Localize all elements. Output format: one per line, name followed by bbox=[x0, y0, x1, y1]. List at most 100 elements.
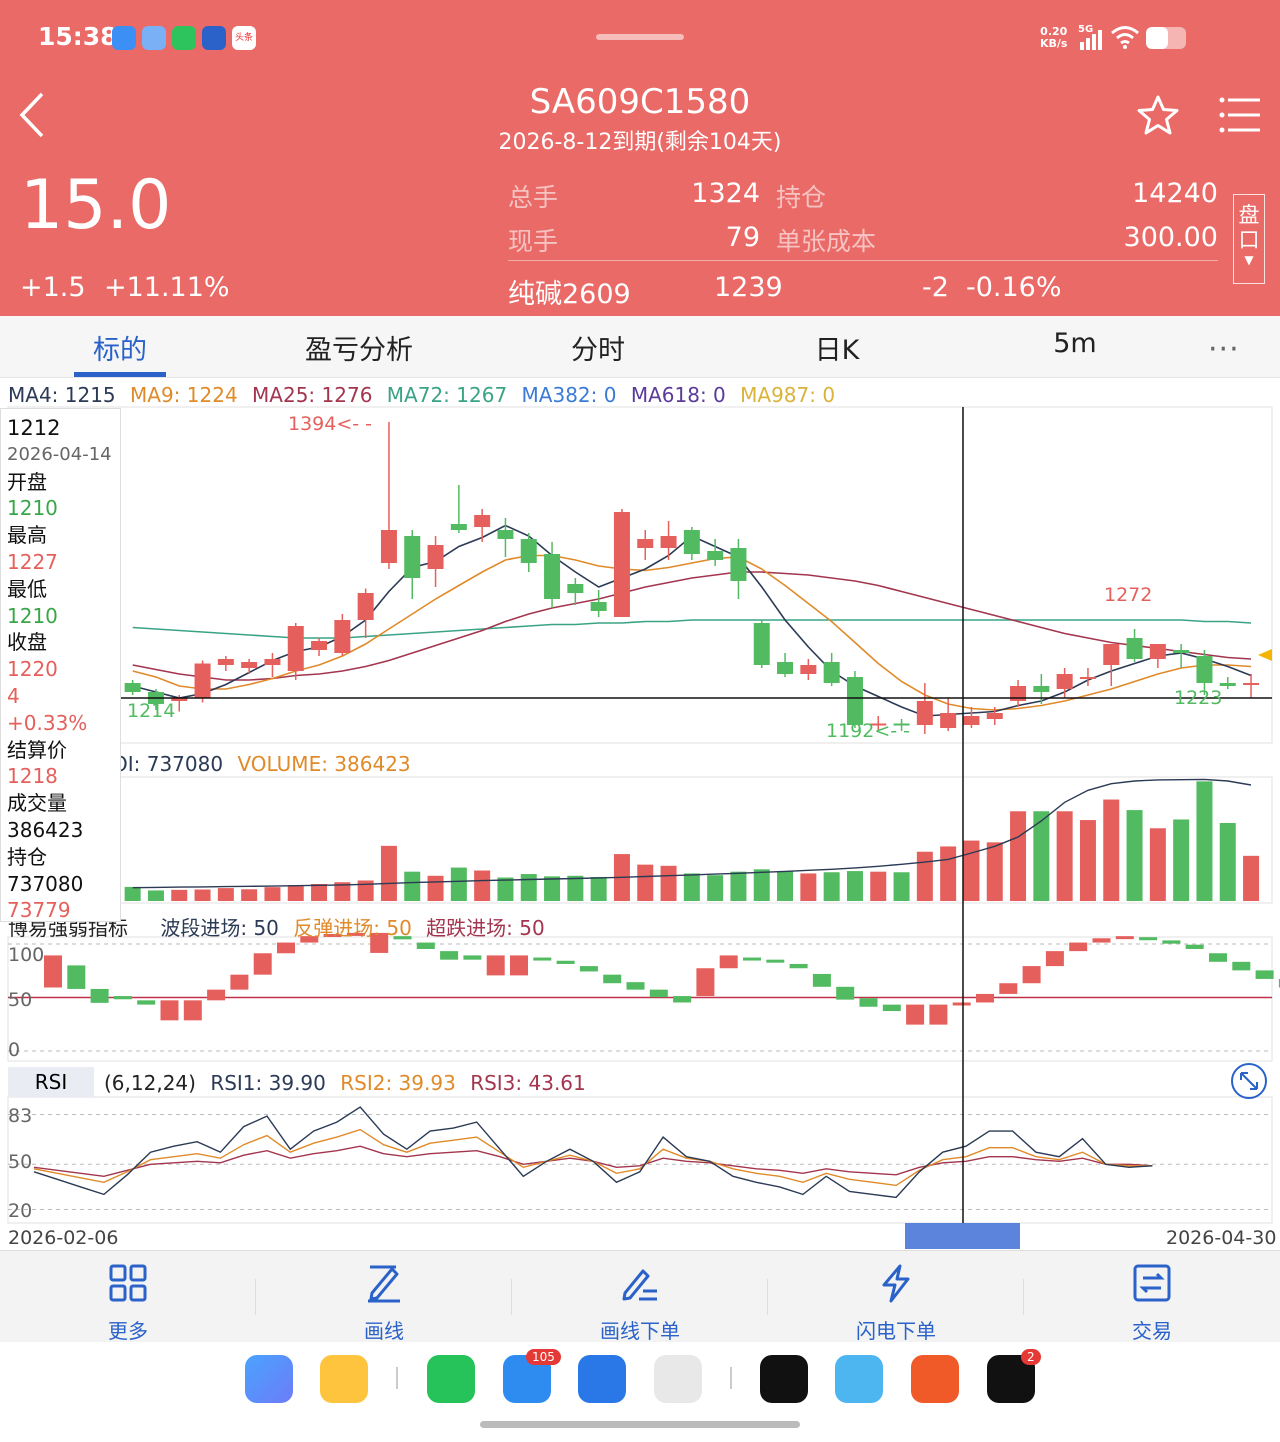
tab-intraday[interactable]: 分时 bbox=[571, 328, 625, 367]
indicator-bar bbox=[1139, 937, 1158, 941]
candle bbox=[567, 578, 584, 605]
ma618-value: MA618: 0 bbox=[630, 383, 726, 407]
price-label-1214: 1214 bbox=[127, 700, 176, 722]
candle-body bbox=[194, 663, 211, 698]
volume-bar bbox=[730, 871, 747, 901]
more-button[interactable]: 更多 bbox=[58, 1251, 198, 1343]
draw-line-button[interactable]: 画线 bbox=[314, 1251, 454, 1343]
x-axis-start-date: 2026-02-06 bbox=[8, 1227, 119, 1249]
panel-frame bbox=[7, 1096, 1273, 1224]
candle-body bbox=[474, 515, 491, 527]
candle bbox=[427, 536, 444, 587]
draw-line-icon bbox=[368, 1265, 400, 1303]
volume-bar bbox=[147, 890, 164, 901]
chart-area[interactable]: MA4: 1215 MA9: 1224 MA25: 1276 MA72: 126… bbox=[0, 379, 1280, 1249]
last-price-marker bbox=[1258, 649, 1272, 661]
phone-icon[interactable] bbox=[427, 1355, 475, 1403]
ohlc-high: 1227 bbox=[7, 549, 58, 574]
volume-value: VOLUME: 386423 bbox=[237, 752, 411, 776]
wifi-icon bbox=[1111, 26, 1139, 49]
candle bbox=[590, 590, 607, 617]
ohlc-volume-label: 成交量 bbox=[7, 791, 67, 816]
ohlc-oi-label: 持仓 bbox=[7, 844, 47, 869]
volume-bar bbox=[497, 877, 514, 901]
toolbar-separator bbox=[255, 1279, 256, 1315]
tab-pnl-analysis[interactable]: 盈亏分析 bbox=[305, 328, 413, 367]
candle-body bbox=[311, 641, 328, 650]
open-interest-value: 14240 bbox=[1132, 178, 1218, 209]
browser-icon[interactable] bbox=[578, 1355, 626, 1403]
candle bbox=[730, 539, 747, 599]
candle-body bbox=[637, 539, 654, 548]
volume-bar bbox=[1173, 819, 1190, 901]
tab-5m[interactable]: 5m bbox=[1053, 328, 1096, 359]
candle-body bbox=[124, 683, 141, 692]
indicator-bar bbox=[789, 963, 808, 969]
candle bbox=[613, 509, 630, 617]
app-launcher-icon[interactable] bbox=[245, 1355, 293, 1403]
high-label: 1394<- - bbox=[288, 413, 373, 435]
menu-icon[interactable] bbox=[1218, 96, 1262, 134]
indicator-bar bbox=[1092, 938, 1111, 943]
volume-bar bbox=[241, 889, 258, 901]
volume-bar bbox=[846, 871, 863, 901]
candle-body bbox=[916, 701, 933, 725]
toolbar-separator bbox=[767, 1279, 768, 1315]
western-app-icon[interactable] bbox=[760, 1355, 808, 1403]
indicator-bar bbox=[44, 955, 62, 988]
news-app-icon[interactable] bbox=[911, 1355, 959, 1403]
candle bbox=[1103, 644, 1120, 686]
net-speed-unit: KB/s bbox=[1040, 37, 1068, 50]
app-notif-icon bbox=[112, 26, 136, 50]
indicator-bar bbox=[836, 986, 855, 1000]
indicator-bar bbox=[1022, 966, 1041, 984]
app-root: 15:38 头条 0.20 KB/s 5G SA609C1580 2026-8-… bbox=[0, 0, 1280, 1442]
gallery-icon[interactable] bbox=[835, 1355, 883, 1403]
pankou-button[interactable]: 盘口 ▼ bbox=[1233, 194, 1265, 284]
indicator-bar bbox=[137, 1000, 156, 1005]
camera-icon[interactable] bbox=[654, 1355, 702, 1403]
underlying-name[interactable]: 纯碱2609 bbox=[508, 272, 631, 311]
rsi-axis-50: 50 bbox=[8, 1151, 33, 1173]
candle bbox=[544, 542, 561, 608]
more-dots-icon[interactable]: ··· bbox=[1208, 332, 1240, 367]
dock-divider bbox=[396, 1367, 398, 1389]
file-manager-icon[interactable] bbox=[320, 1355, 368, 1403]
net-speed: 0.20 KB/s bbox=[1040, 26, 1067, 50]
candle-body bbox=[264, 659, 281, 665]
candle-body bbox=[404, 536, 421, 578]
volume-bar bbox=[1079, 820, 1096, 901]
tab-underlying[interactable]: 标的 bbox=[93, 328, 147, 367]
candle-body bbox=[427, 545, 444, 569]
ohlc-info-panel: 1212 2026-04-14 开盘 1210 最高 1227 最低 1210 … bbox=[0, 408, 121, 922]
candle-body bbox=[1126, 638, 1143, 659]
indicator-bar bbox=[90, 988, 109, 1003]
tab-daily-k[interactable]: 日K bbox=[815, 328, 860, 367]
indicator-bar bbox=[929, 1004, 948, 1025]
indicator-bar bbox=[277, 942, 295, 954]
candle-body bbox=[1219, 683, 1236, 686]
ohlc-oi: 737080 bbox=[7, 871, 84, 896]
indicator-bar bbox=[1115, 936, 1134, 940]
volume-bar bbox=[777, 871, 794, 901]
total-volume-label: 总手 bbox=[508, 183, 559, 212]
indicator-bar bbox=[533, 957, 552, 961]
indicator-bar bbox=[486, 955, 505, 976]
kline-chart[interactable] bbox=[0, 379, 1280, 1249]
toolbar-separator bbox=[511, 1279, 512, 1315]
candle bbox=[124, 680, 141, 695]
expand-icon[interactable] bbox=[1230, 1062, 1268, 1100]
rsi-selector[interactable]: RSI bbox=[8, 1067, 94, 1097]
volume-bar bbox=[823, 872, 840, 901]
star-icon[interactable] bbox=[1136, 94, 1180, 136]
indicator-bar bbox=[416, 942, 435, 949]
draw-order-button[interactable]: 画线下单 bbox=[570, 1251, 710, 1343]
indicator-bar bbox=[859, 998, 878, 1007]
volume-bar bbox=[1126, 810, 1143, 901]
ma-legend: MA4: 1215 MA9: 1224 MA25: 1276 MA72: 126… bbox=[8, 383, 835, 407]
volume-bar bbox=[1149, 828, 1166, 901]
candle bbox=[311, 638, 328, 656]
underlying-price: 1239 bbox=[714, 272, 783, 303]
flash-order-button[interactable]: 闪电下单 bbox=[826, 1251, 966, 1343]
trade-button[interactable]: 交易 bbox=[1082, 1251, 1222, 1343]
